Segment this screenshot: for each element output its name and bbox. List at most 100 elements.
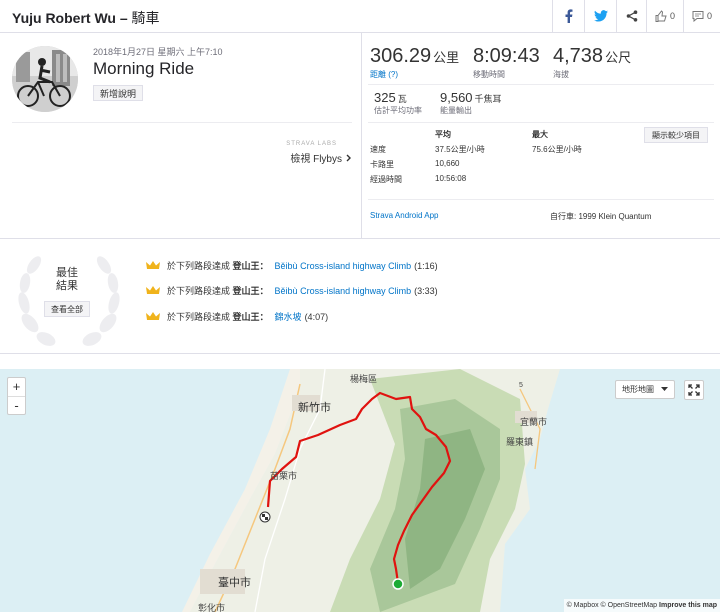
table-row: 經過時間 10:56:08 (370, 174, 630, 189)
best-results-title: 最佳 結果 (42, 267, 92, 293)
zoom-in-button[interactable]: + (8, 378, 25, 396)
kudos-icon (655, 10, 667, 22)
kudos-count: 0 (669, 11, 675, 21)
stat-power: 325 瓦 估計平均功率 (374, 90, 422, 116)
achievement-row: 於下列路段達成 登山王： Běibù Cross-island highway … (146, 259, 438, 272)
achievement-type: 登山王： (232, 261, 269, 271)
map-type-label: 地形地圖 (622, 385, 654, 394)
chevron-right-icon (346, 154, 351, 161)
stat-distance: 306.29 公里 距離 (?) (370, 45, 459, 80)
facebook-icon (565, 9, 573, 23)
activity-date: 2018年1月27日 星期六 上午7:10 (93, 47, 223, 57)
achievement-type: 登山王： (232, 312, 269, 322)
road-label: 5 (519, 382, 523, 389)
laurel-icon (18, 256, 120, 346)
distance-label[interactable]: 距離 (?) (370, 69, 459, 80)
table-cell: 10,660 (435, 159, 460, 168)
zoom-control: + - (7, 377, 26, 415)
osm-link[interactable]: © OpenStreetMap (601, 602, 658, 609)
flybys-label: 檢視 Flybys (290, 154, 342, 165)
stats-table: 平均 最大 速度 37.5公里/小時 75.6公里/小時 卡路里 10,660 … (370, 129, 630, 189)
strava-labs-label: STRAVA LABS (286, 141, 337, 147)
header-actions: 0 0 (552, 0, 720, 32)
activity-header: Yuju Robert Wu – 騎車 0 0 (0, 0, 720, 33)
twitter-share-button[interactable] (584, 0, 616, 32)
table-header-avg: 平均 (435, 130, 451, 139)
divider (368, 122, 714, 123)
table-cell: 10:56:08 (435, 174, 467, 183)
show-less-button[interactable]: 顯示較少項目 (644, 127, 708, 143)
achievements-panel: 最佳 結果 查看全部 於下列路段達成 登山王： Běibù Cross-isla… (0, 238, 720, 354)
divider (12, 122, 352, 123)
comment-icon (692, 11, 704, 22)
zoom-out-button[interactable]: - (8, 396, 25, 414)
segment-link[interactable]: Běibù Cross-island highway Climb (275, 261, 412, 271)
share-button[interactable] (616, 0, 646, 32)
avatar[interactable] (12, 46, 78, 112)
divider (368, 199, 714, 200)
power-label: 估計平均功率 (374, 106, 422, 115)
flybys-link[interactable]: 檢視 Flybys (290, 150, 351, 165)
map-type-select[interactable]: 地形地圖 (615, 380, 676, 399)
caret-down-icon (661, 387, 669, 391)
achievement-prefix: 於下列路段達成 (167, 312, 231, 322)
segment-link[interactable]: 錦水坡 (275, 310, 302, 323)
place-label: 新竹市 (298, 402, 331, 414)
place-label: 羅東鎮 (506, 437, 534, 447)
table-row: 速度 37.5公里/小時 75.6公里/小時 (370, 144, 630, 159)
fullscreen-icon (688, 384, 700, 396)
twitter-icon (593, 10, 608, 22)
table-cell: 37.5公里/小時 (435, 145, 485, 154)
table-cell: 75.6公里/小時 (532, 145, 582, 154)
place-label: 宜蘭市 (520, 417, 548, 427)
segment-time: (3:33) (414, 285, 438, 296)
segment-link[interactable]: Běibù Cross-island highway Climb (275, 286, 412, 296)
place-label: 苗栗市 (270, 471, 298, 481)
athlete-name[interactable]: Yuju Robert Wu (12, 10, 116, 26)
moving-time-label: 移動時間 (473, 70, 505, 79)
improve-map-link[interactable]: Improve this map (659, 602, 717, 609)
route-map[interactable]: 新竹市 臺中市 宜蘭市 羅東鎮 苗栗市 楊梅區 彰化市 5 + - 地形地圖 ©… (0, 369, 720, 612)
stat-moving-time: 8:09:43 移動時間 (473, 45, 540, 80)
table-cell: 經過時間 (370, 175, 402, 184)
add-description-button[interactable]: 新增說明 (93, 85, 144, 101)
place-label: 彰化市 (198, 603, 226, 612)
table-cell: 速度 (370, 145, 386, 154)
power-value: 325 (374, 90, 396, 105)
sport-type: 騎車 (131, 10, 160, 26)
device-link[interactable]: Strava Android App (370, 211, 439, 220)
achievement-row: 於下列路段達成 登山王： Běibù Cross-island highway … (146, 284, 438, 297)
fullscreen-button[interactable] (684, 380, 704, 400)
energy-label: 能量輸出 (440, 106, 472, 115)
achievement-prefix: 於下列路段達成 (167, 261, 231, 271)
table-row: 卡路里 10,660 (370, 159, 630, 174)
activity-stats: 306.29 公里 距離 (?) 8:09:43 移動時間 4,738 公尺 海拔 … (362, 33, 720, 238)
achievement-row: 於下列路段達成 登山王： 錦水坡 (4:07) (146, 310, 328, 323)
place-label: 楊梅區 (350, 374, 378, 384)
moving-time-value: 8:09:43 (473, 45, 540, 67)
view-all-button[interactable]: 查看全部 (44, 301, 90, 317)
segment-time: (4:07) (304, 311, 329, 322)
elevation-label: 海拔 (553, 70, 569, 79)
mapbox-link[interactable]: © Mapbox (567, 602, 599, 609)
power-unit: 瓦 (397, 94, 407, 104)
distance-unit: 公里 (433, 50, 460, 65)
map-background (182, 369, 560, 612)
map-attribution: © Mapbox © OpenStreetMap Improve this ma… (563, 599, 720, 612)
kudos-button[interactable]: 0 (646, 0, 683, 32)
energy-unit: 千焦耳 (474, 94, 502, 104)
energy-value: 9,560 (440, 90, 473, 105)
segment-time: (1:16) (414, 260, 438, 271)
table-header: 平均 最大 (370, 129, 630, 144)
table-header-max: 最大 (532, 130, 548, 139)
stat-elevation: 4,738 公尺 海拔 (553, 45, 631, 80)
comment-button[interactable]: 0 (683, 0, 720, 32)
crown-icon (146, 261, 160, 269)
page-title: Yuju Robert Wu – 騎車 (12, 8, 160, 28)
stat-energy: 9,560 千焦耳 能量輸出 (440, 90, 502, 116)
activity-summary: 2018年1月27日 星期六 上午7:10 Morning Ride 新增說明 … (0, 33, 362, 238)
title-separator: – (115, 10, 132, 26)
achievement-type: 登山王： (232, 286, 269, 296)
bike-info: 自行車: 1999 Klein Quantum (550, 212, 652, 221)
facebook-share-button[interactable] (552, 0, 584, 32)
